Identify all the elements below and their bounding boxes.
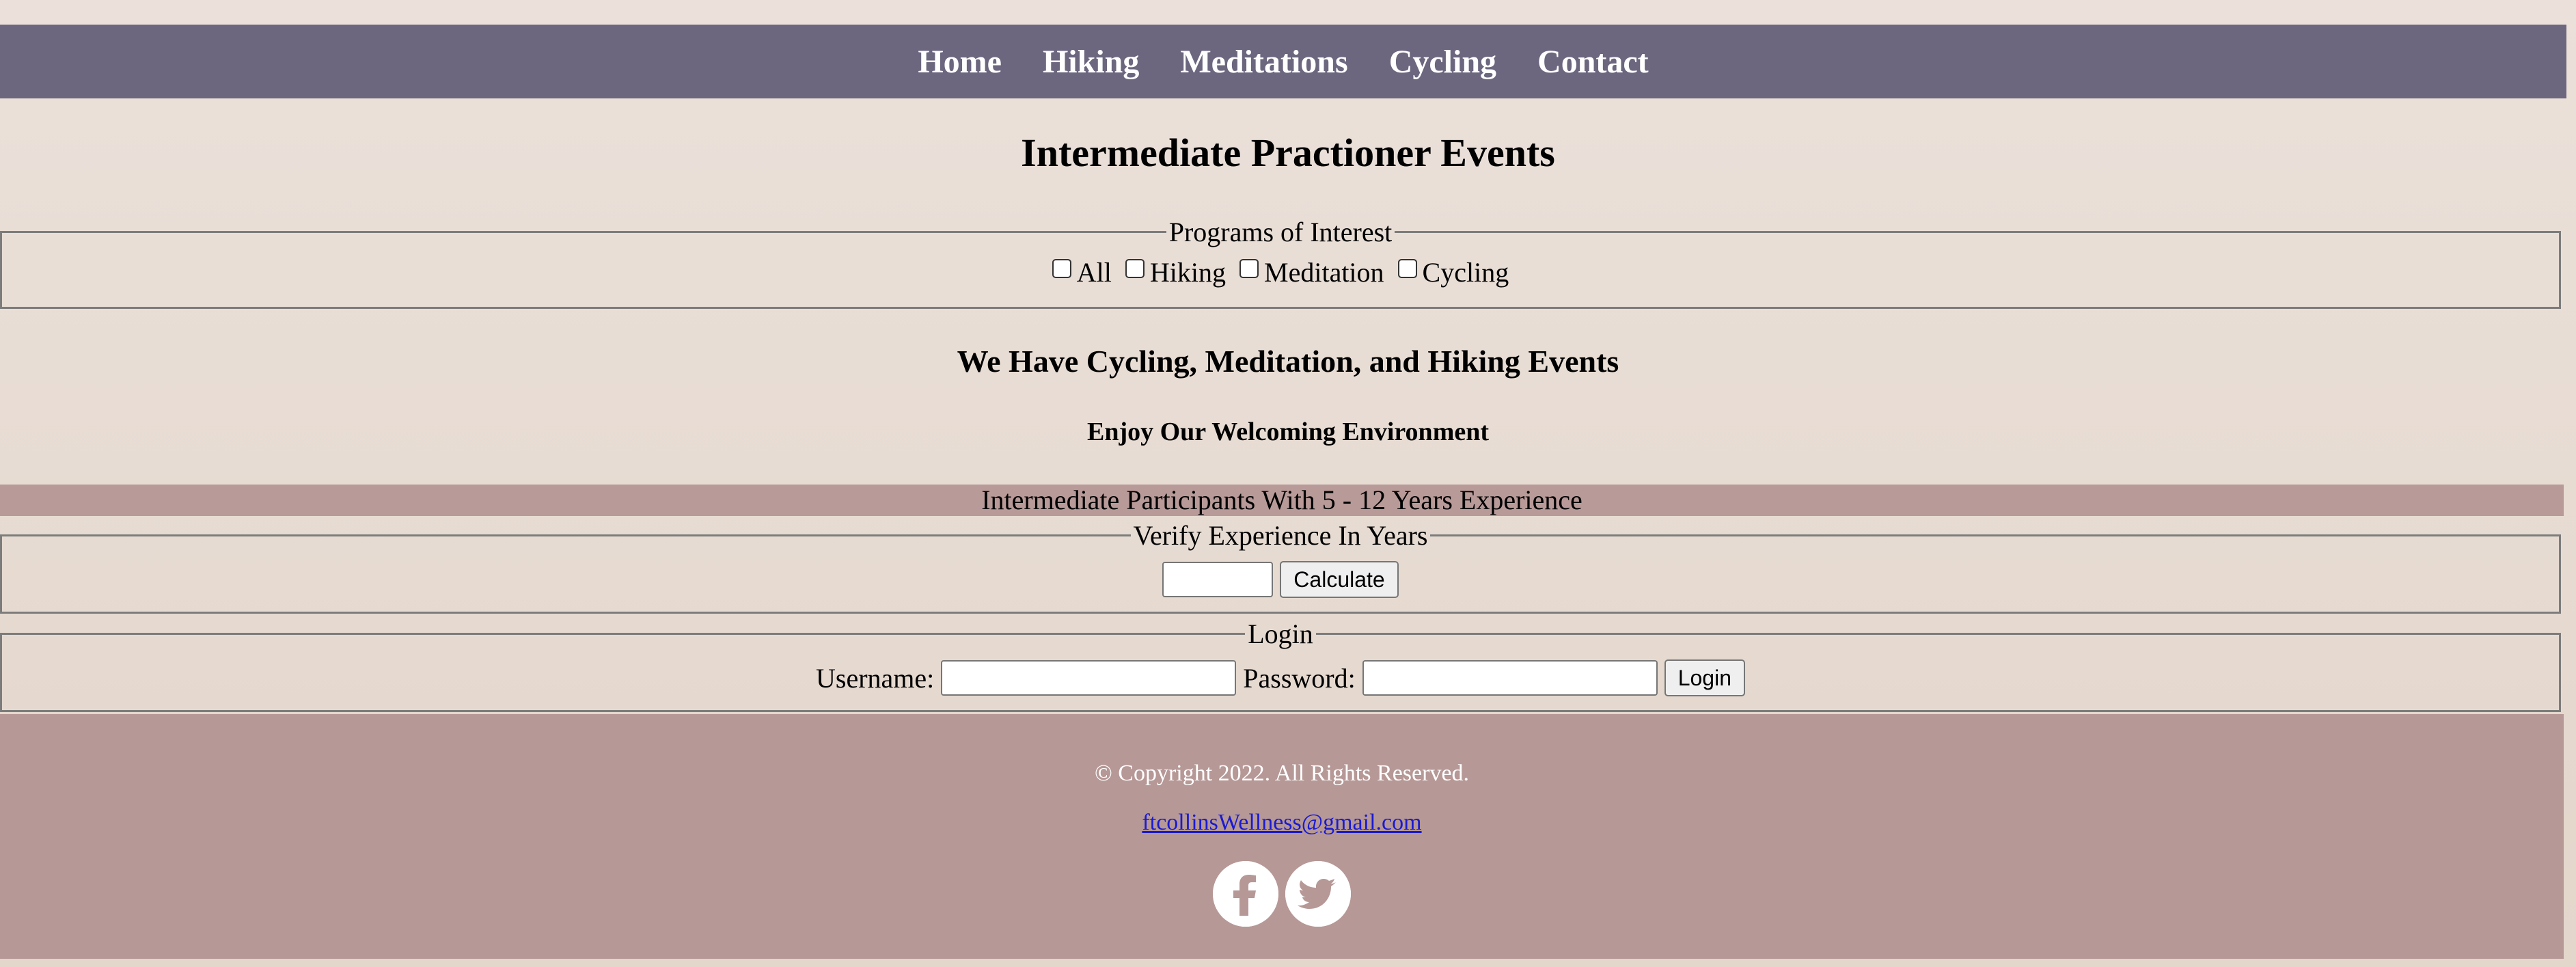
program-option-cycling[interactable]: Cycling [1397, 256, 1509, 288]
checkbox-hiking[interactable] [1125, 258, 1145, 278]
verify-row: Calculate [2, 561, 2559, 598]
nav-home-link[interactable]: Home [918, 43, 1002, 81]
checkbox-meditation-label: Meditation [1264, 257, 1384, 288]
username-label: Username: [815, 662, 935, 694]
program-option-meditation[interactable]: Meditation [1239, 256, 1384, 288]
checkbox-meditation[interactable] [1239, 258, 1259, 278]
checkbox-hiking-label: Hiking [1149, 257, 1227, 288]
programs-legend: Programs of Interest [1168, 217, 1393, 247]
email-container: ftcollinsWellness@gmail.com [0, 810, 2564, 836]
username-input[interactable] [941, 660, 1237, 696]
password-input[interactable] [1362, 660, 1658, 696]
checkbox-cycling[interactable] [1397, 258, 1417, 278]
program-option-hiking[interactable]: Hiking [1125, 256, 1226, 288]
nav-hiking-link[interactable]: Hiking [1043, 43, 1139, 81]
facebook-icon[interactable] [1213, 861, 1278, 927]
checkbox-all-label: All [1076, 257, 1112, 288]
login-fieldset: Login Username: Password: Login [0, 618, 2561, 712]
page: Home Hiking Meditations Cycling Contact … [0, 0, 2576, 967]
top-navbar: Home Hiking Meditations Cycling Contact [0, 25, 2566, 98]
program-option-all[interactable]: All [1052, 256, 1112, 288]
experience-banner: Intermediate Participants With 5 - 12 Ye… [0, 485, 2564, 516]
programs-checkbox-row: All Hiking Meditation Cycling [2, 256, 2559, 288]
nav-contact-link[interactable]: Contact [1537, 43, 1649, 81]
login-row: Username: Password: Login [2, 659, 2559, 696]
verify-experience-fieldset: Verify Experience In Years Calculate [0, 519, 2561, 614]
password-label: Password: [1243, 662, 1356, 694]
programs-fieldset: Programs of Interest All Hiking Meditati… [0, 216, 2561, 309]
calculate-button[interactable]: Calculate [1280, 561, 1399, 598]
checkbox-all[interactable] [1052, 258, 1071, 278]
login-button[interactable]: Login [1664, 659, 1745, 696]
social-links [0, 861, 2564, 927]
footer: © Copyright 2022. All Rights Reserved. f… [0, 714, 2564, 959]
page-title: Intermediate Practioner Events [1021, 131, 1555, 175]
verify-legend: Verify Experience In Years [1133, 520, 1428, 551]
tagline-heading: Enjoy Our Welcoming Environment [1086, 418, 1490, 446]
copyright-text: © Copyright 2022. All Rights Reserved. [1094, 761, 1470, 786]
nav-meditations-link[interactable]: Meditations [1180, 43, 1347, 81]
twitter-icon[interactable] [1285, 861, 1351, 927]
events-heading: We Have Cycling, Meditation, and Hiking … [957, 344, 1619, 379]
email-link[interactable]: ftcollinsWellness@gmail.com [1142, 810, 1421, 835]
checkbox-cycling-label: Cycling [1422, 257, 1509, 288]
login-legend: Login [1248, 618, 1313, 649]
nav-cycling-link[interactable]: Cycling [1389, 43, 1496, 81]
experience-years-input[interactable] [1162, 562, 1274, 597]
